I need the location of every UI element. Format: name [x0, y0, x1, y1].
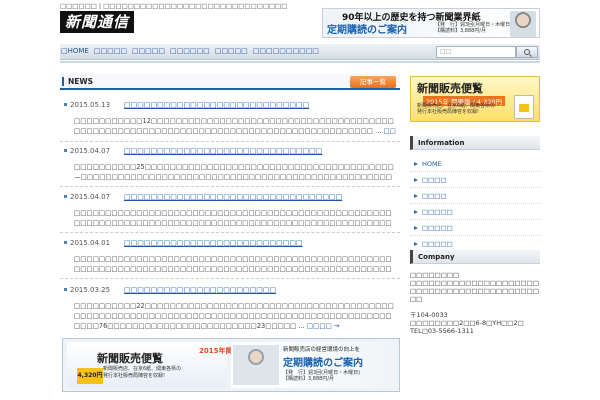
news-excerpt: □□□□□□□□□□22□□□□□□□□□□□□□□□□□□□□□□□□□□□□… [74, 302, 394, 330]
divider [60, 61, 540, 63]
information-title: Information [418, 139, 465, 147]
bottom-ad-banner[interactable]: 新聞販売便覧 2015年関東版 4,320円 新聞販売店、在京6紙、関東各県の … [62, 338, 400, 392]
company-description: □□□□□□□□□□□□□□□□□□□□□□□□□□□□□□□□□□□□□□□□… [410, 279, 539, 303]
handbook-ad[interactable]: 新聞販売便覧 2015年関東版 4,320円 新聞販売店、在京6紙、関東各県の … [67, 342, 246, 388]
news-excerpt: □□□□□□□□□□25□□□□□□□□□□□□□□□□□□□□□□□□□□□□… [74, 163, 394, 181]
information-list: HOME □□□□ □□□□ □□□□□ □□□□□ □□□□□ [410, 156, 540, 252]
nav-home[interactable]: □HOME [61, 47, 89, 55]
company-info: □□□□□□□□ □□□□□□□□□□□□□□□□□□□□□□□□□□□□□□□… [410, 271, 540, 335]
nav-item-6[interactable]: □□□□□□□□□□ [253, 47, 319, 55]
news-link[interactable]: □□□□□□□□□□□□□□□□□□□□□□□□□□□□□□□□□ [124, 193, 342, 201]
search-button[interactable] [516, 46, 538, 58]
company-address: □□□□□□□□2□□6-8□YH□□2□ [410, 319, 524, 327]
nav-item-4[interactable]: □□□□□□ [170, 47, 210, 55]
info-link-4[interactable]: □□□□□ [410, 204, 540, 220]
company-title: Company [418, 253, 455, 261]
news-date: 2015.05.13 [63, 101, 111, 109]
banner-line2: 定期購読のご案内 [327, 25, 407, 36]
reader-photo [233, 345, 279, 385]
subscription-banner[interactable]: 90年以上の歴史を持つ新聞業界紙 定期購読のご案内 【発 行】週3回(月曜日・木… [322, 8, 540, 38]
side-banner-text-2: 発行本社販売局陣容を収録! [417, 108, 480, 115]
handbook-price: 4,320円 [77, 368, 103, 384]
news-link[interactable]: □□□□□□□□□□□□□□□□□□□□□□□□□□□□□□ [124, 147, 322, 155]
banner-line4: 【購読料】3,888円/月 [435, 28, 486, 34]
company-name: □□□□□□□□ [410, 271, 460, 279]
news-link[interactable]: □□□□□□□□□□□□□□□□□□□□□□□ [124, 286, 276, 294]
nav-item-5[interactable]: □□□□□ [215, 47, 248, 55]
news-separator [60, 278, 400, 279]
page: □□□□□□ | □□□□□□□□□□□□□□□□□□□□□□□□□□□□□□ … [0, 0, 600, 400]
side-banner-text: 新聞販売店、在京6紙、関東各県の 発行本社販売局陣容を収録! [417, 103, 495, 115]
news-link[interactable]: □□□□□□□□□□□□□□□□□□□□□□□□□□□ [124, 239, 303, 247]
handbook-title: 新聞販売便覧 [97, 352, 163, 365]
subscription-lead: 新聞販売店の経営環境の向上を [283, 347, 361, 353]
site-logo[interactable]: 新聞通信 [60, 11, 134, 33]
side-banner-title: 新聞販売便覧 [417, 82, 483, 95]
handbook-side-banner[interactable]: 新聞販売便覧 2015年 関東版 / 4,320円 新聞販売店、在京6紙、関東各… [410, 76, 540, 122]
breadcrumb: □□□□□□ | □□□□□□□□□□□□□□□□□□□□□□□□□□□□□□ [60, 2, 288, 10]
news-date: 2015.04.01 [63, 239, 111, 247]
news-separator [60, 141, 400, 142]
subscription-title: 定期購読のご案内 [283, 358, 363, 369]
info-link-home[interactable]: HOME [410, 156, 540, 172]
info-link-3[interactable]: □□□□ [410, 188, 540, 204]
news-title: NEWS [68, 77, 94, 86]
info-link-2[interactable]: □□□□ [410, 172, 540, 188]
banner-photo [510, 11, 536, 37]
company-header: Company [410, 250, 540, 264]
news-date: 2015.03.25 [63, 286, 111, 294]
company-tel: TEL□03-5566-1311 [410, 327, 474, 335]
news-date: 2015.04.07 [63, 147, 111, 155]
company-zip: 〒104-0033 [410, 311, 448, 319]
banner-details: 【発 行】週3回(月曜日・木曜日) 【購読料】3,888円/月 [435, 22, 512, 34]
news-separator [60, 186, 400, 187]
news-date: 2015.04.07 [63, 193, 111, 201]
information-header: Information [410, 136, 540, 150]
subscription-details: 【発 行】週3回(月曜日・木曜日) 【購読料】3,888円/月 [283, 370, 360, 382]
subscription-fee: 【購読料】3,888円/月 [283, 376, 334, 382]
subscription-ad[interactable]: 新聞販売店の経営環境の向上を 定期購読のご案内 【発 行】週3回(月曜日・木曜日… [231, 342, 395, 388]
nav-item-3[interactable]: □□□□□ [132, 47, 165, 55]
news-header: NEWS [60, 74, 400, 90]
search-input[interactable]: □□ [436, 46, 516, 58]
news-excerpt: □□□□□□□□□□□12□□□□□□□□□□□□□□□□□□□□□□□□□□□… [74, 117, 394, 135]
handbook-desc-2: 発行本社販売局陣容を収録! [103, 372, 166, 379]
book-cover [514, 95, 534, 119]
news-excerpt: □□□□□□□□□□□□□□□□□□□□□□□□□□□□□□□□□□□□□□□□… [74, 209, 392, 227]
handbook-desc: 新聞販売店、在京6紙、関東各県の 発行本社販売局陣容を収録! [103, 366, 181, 379]
news-excerpt: □□□□□□□□□□□□□□□□□□□□□□□□□□□□□□□□□□□□□□□□… [74, 255, 392, 273]
handbook-desc-1: 新聞販売店、在京6紙、関東各県の [103, 366, 182, 372]
read-more-link[interactable]: □□□□ → [307, 322, 340, 330]
info-link-5[interactable]: □□□□□ [410, 220, 540, 236]
all-articles-button[interactable]: 記事一覧 [350, 76, 396, 88]
news-link[interactable]: □□□□□□□□□□□□□□□□□□□□□□□□□□□□ [124, 101, 309, 109]
news-separator [60, 232, 400, 233]
nav-item-2[interactable]: □□□□□ [94, 47, 127, 55]
